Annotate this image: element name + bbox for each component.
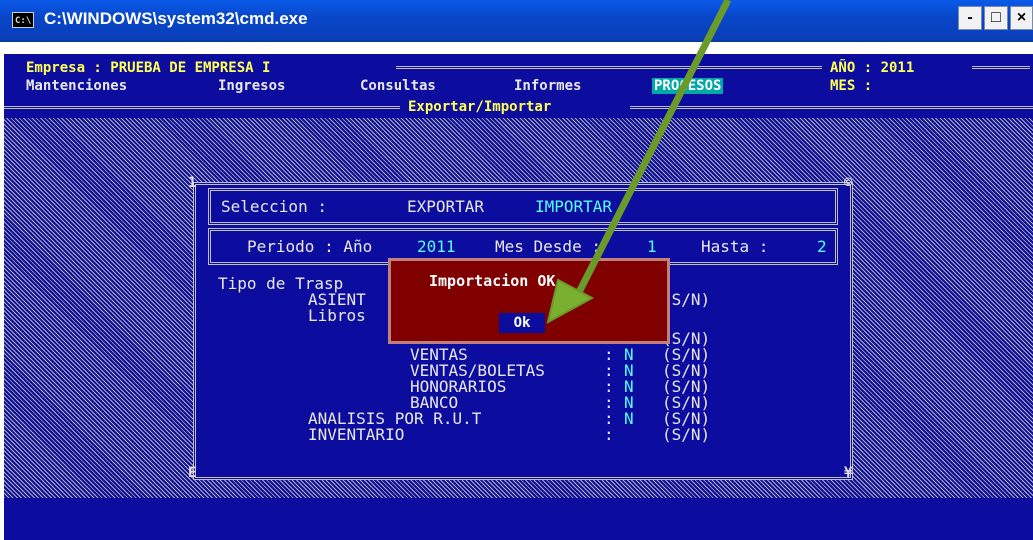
pointer-arrow-icon: [546, 0, 732, 324]
arrow-shaft: [568, 0, 732, 308]
